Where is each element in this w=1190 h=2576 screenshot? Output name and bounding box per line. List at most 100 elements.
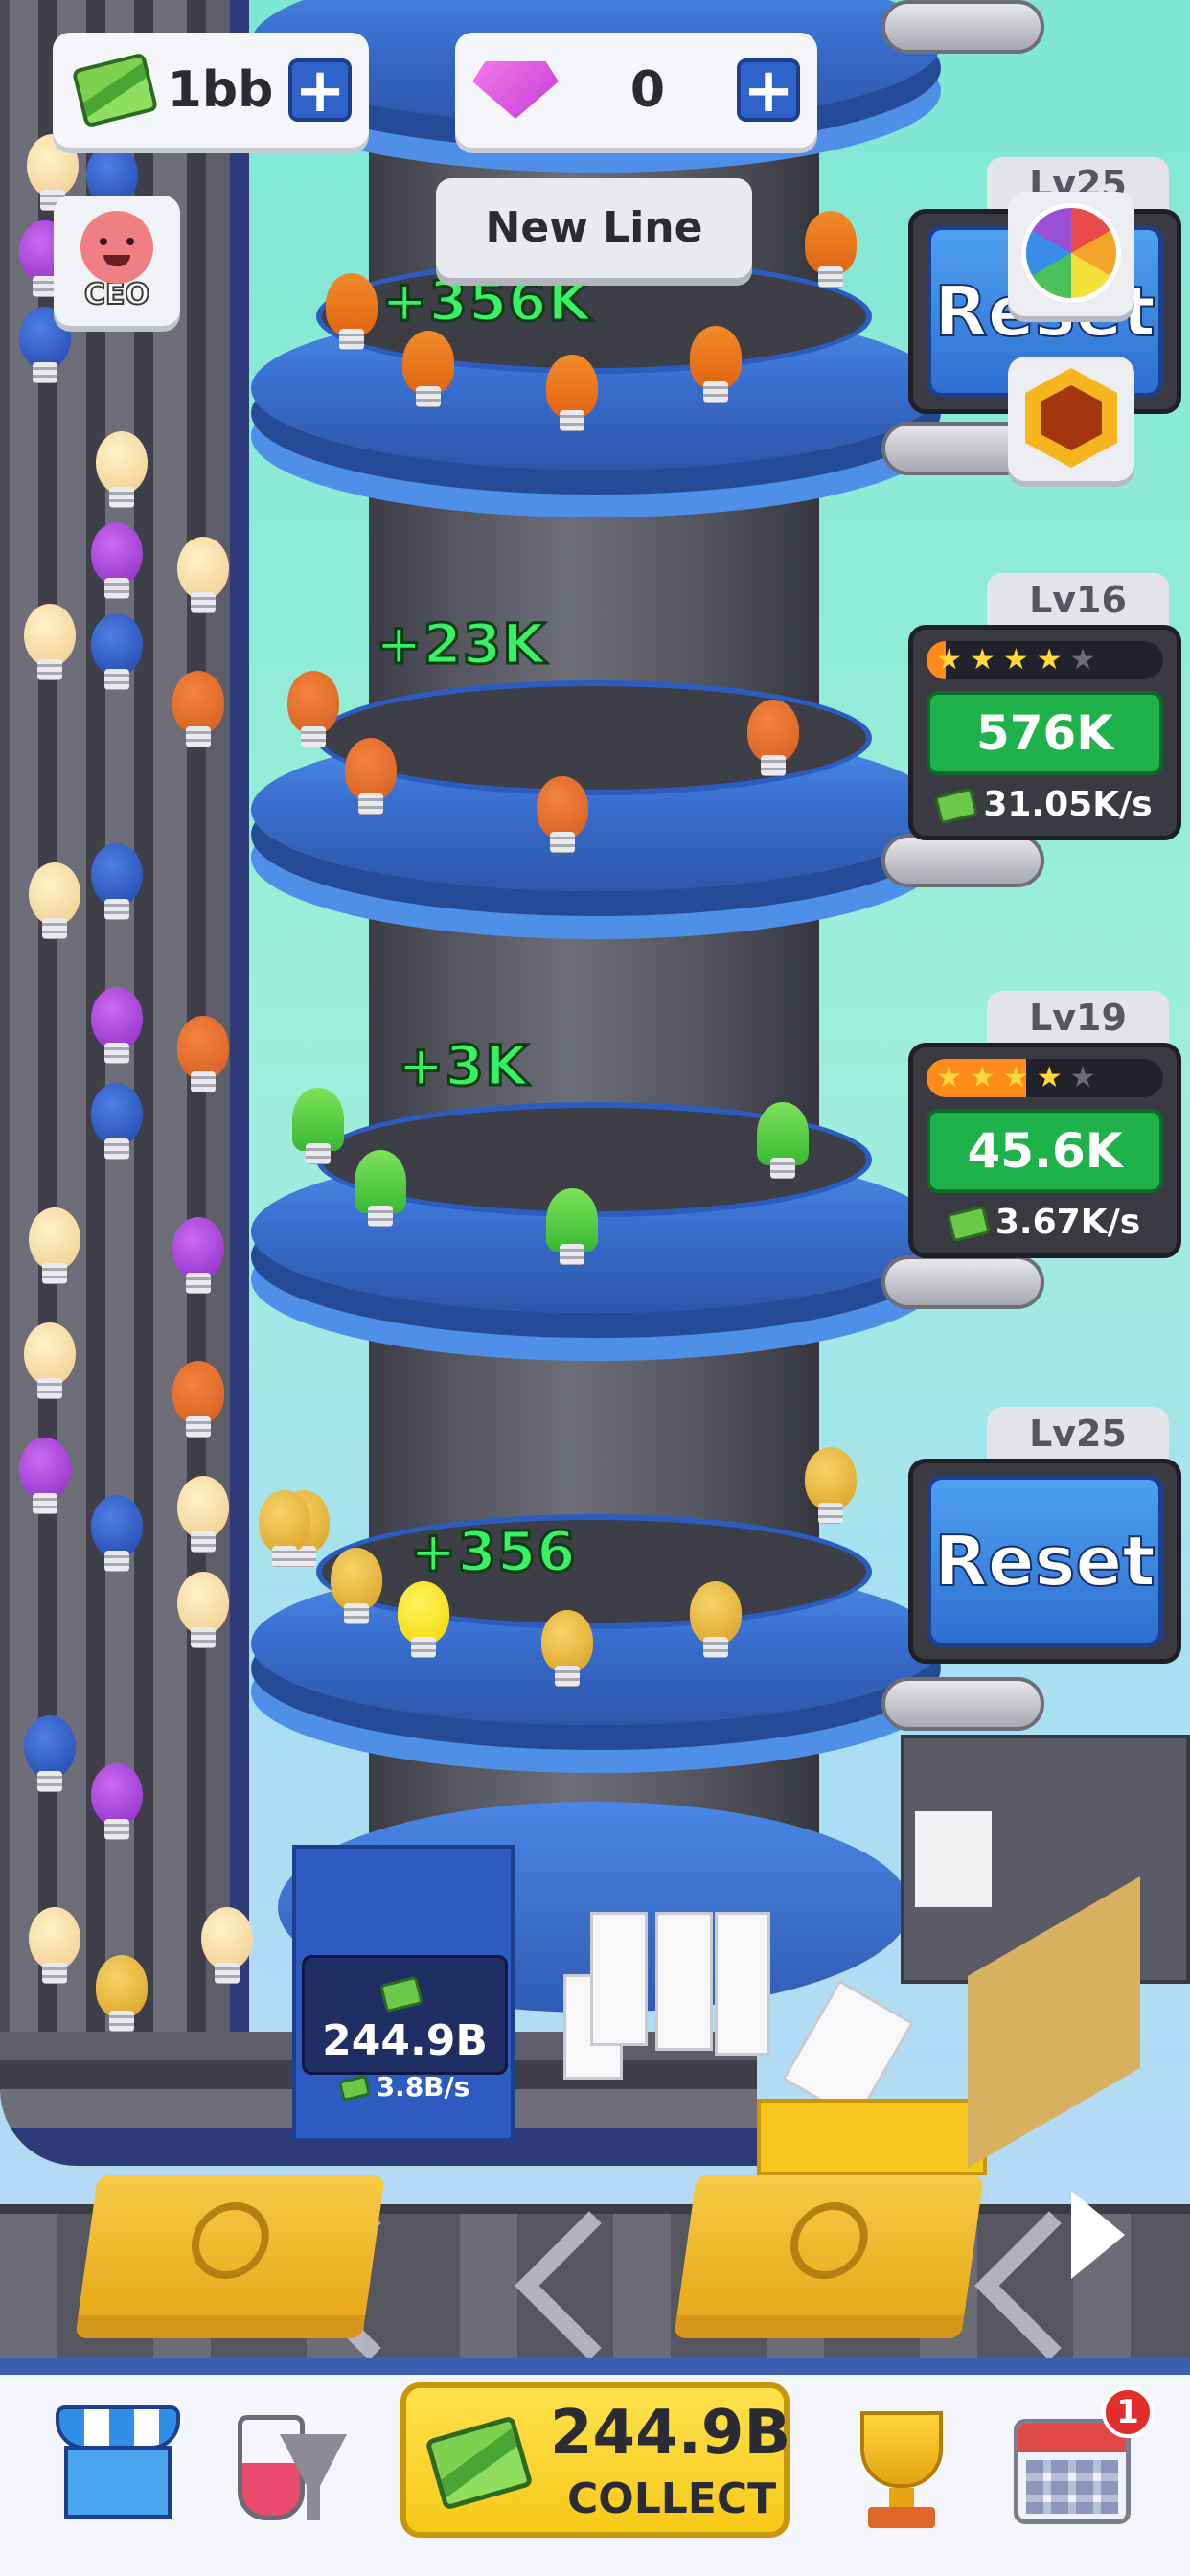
gem-counter: 0 + — [455, 33, 817, 148]
ceo-avatar-icon — [80, 211, 153, 284]
trophy-button[interactable] — [839, 2405, 964, 2530]
star-icon: ★ — [936, 1061, 962, 1094]
panel-4-level: Lv25 — [987, 1407, 1169, 1460]
carrot-bulb — [805, 211, 857, 288]
pipe — [881, 834, 1044, 887]
conveyor-bulb — [259, 1490, 310, 1567]
calendar-grid — [1026, 2460, 1118, 2514]
carrot-bulb — [326, 273, 378, 350]
conveyor-bulb — [172, 1217, 224, 1294]
panel-2: ★ ★ ★ ★ ★ 576K 31.05K/s — [908, 625, 1181, 840]
shop-icon — [56, 2405, 180, 2450]
star-icon: ★ — [1036, 1061, 1063, 1094]
tree-bulb — [355, 1150, 406, 1227]
panel-2-level: Lv16 — [987, 573, 1169, 627]
conveyor-bulb — [201, 1907, 253, 1984]
trophy-base — [868, 2507, 935, 2528]
trophy-icon — [860, 2411, 943, 2488]
star-icon: ★ — [1069, 1061, 1096, 1094]
star-icon: ★ — [936, 643, 962, 677]
bulb-icon — [785, 2202, 874, 2279]
tree-bulb — [292, 1088, 344, 1164]
ceo-button[interactable]: CEO — [54, 196, 180, 326]
reset-button[interactable]: Reset — [927, 1475, 1163, 1647]
conveyor-bulb — [91, 987, 143, 1064]
production-rate: 31.05K/s — [927, 785, 1163, 825]
paper-sheet — [655, 1912, 713, 2051]
conveyor-bulb — [91, 1495, 143, 1572]
production-rate: 3.67K/s — [927, 1203, 1163, 1243]
conveyor-bulb — [177, 537, 229, 613]
golden-bulb — [805, 1447, 857, 1524]
star-icon: ★ — [969, 1061, 995, 1094]
cash-stack-icon — [424, 2415, 534, 2511]
conveyor-bulb — [177, 1476, 229, 1552]
pumpkin-bulb — [537, 776, 588, 853]
pipe — [881, 1255, 1044, 1309]
add-cash-button[interactable]: + — [288, 58, 352, 122]
floor-4-earning: +356 — [409, 1518, 578, 1586]
pumpkin-bulb — [747, 700, 799, 776]
star-icon: ★ — [969, 643, 995, 677]
notification-badge: 1 — [1102, 2386, 1154, 2438]
carrot-bulb — [402, 331, 454, 407]
rate-value: 3.67K/s — [995, 1203, 1141, 1242]
new-line-button[interactable]: New Line — [436, 178, 752, 278]
golden-bulb — [331, 1548, 382, 1624]
collect-button[interactable]: 244.9B COLLECT — [400, 2382, 790, 2538]
pumpkin-bulb — [287, 671, 339, 748]
conveyor-bulb — [29, 862, 80, 939]
cash-icon — [337, 2074, 371, 2103]
conveyor-bulb — [24, 1322, 76, 1399]
floor-3-earning: +3K — [397, 1032, 530, 1100]
money-box-amount: 244.9B — [305, 1967, 505, 2065]
pipe — [881, 1677, 1044, 1731]
bulb-crate — [75, 2175, 385, 2338]
hexagon-boost-button[interactable] — [1008, 356, 1134, 481]
lucky-wheel-icon — [1021, 203, 1121, 303]
star-rating: ★ ★ ★ ★ ★ — [927, 1059, 1163, 1097]
upgrade-button[interactable]: 45.6K — [927, 1109, 1163, 1193]
star-rating: ★ ★ ★ ★ ★ — [927, 641, 1163, 679]
add-gems-button[interactable]: + — [737, 58, 800, 122]
next-arrow-icon[interactable] — [1071, 2191, 1125, 2279]
conveyor-bulb — [177, 1016, 229, 1092]
panel-3: ★ ★ ★ ★ ★ 45.6K 3.67K/s — [908, 1043, 1181, 1258]
lab-button[interactable] — [226, 2405, 351, 2530]
pipe — [881, 0, 1044, 54]
conveyor-bulb — [91, 1083, 143, 1160]
cash-icon — [946, 1205, 991, 1243]
conveyor-bulb — [91, 522, 143, 599]
money-box-display: 244.9B 3.8B/s — [302, 1955, 508, 2103]
star-icon: ★ — [1036, 643, 1063, 677]
conveyor-bulb — [91, 613, 143, 690]
conveyor-bulb — [19, 1438, 71, 1514]
gem-icon — [472, 61, 559, 119]
conveyor-bulb — [91, 1763, 143, 1840]
lucky-wheel-button[interactable] — [1008, 192, 1134, 316]
carrot-bulb — [546, 355, 598, 431]
shop-button[interactable] — [56, 2405, 180, 2530]
cash-value: 1bb — [167, 61, 274, 119]
shop-body — [64, 2446, 172, 2518]
floor-1-earning: +356K — [380, 267, 593, 335]
paper-sheet — [590, 1912, 648, 2046]
star-icon: ★ — [1069, 643, 1096, 677]
rate-value: 31.05K/s — [983, 785, 1153, 824]
cash-stack-icon — [71, 52, 159, 128]
upgrade-button[interactable]: 576K — [927, 691, 1163, 775]
floor-2-earning: +23K — [374, 610, 547, 678]
golden-bulb — [541, 1610, 593, 1687]
lit-bulb — [398, 1581, 449, 1658]
panel-4: Reset — [908, 1459, 1181, 1664]
conveyor-bulb — [96, 1955, 148, 2032]
hexagon-boost-icon — [1025, 368, 1117, 468]
trophy-stem — [889, 2488, 914, 2509]
gem-value: 0 — [629, 61, 666, 119]
conveyor-bulb — [91, 843, 143, 920]
conveyor-bulb — [172, 671, 224, 748]
tree-bulb — [546, 1188, 598, 1265]
cash-counter: 1bb + — [53, 33, 369, 148]
bulb-crate — [674, 2175, 984, 2338]
star-icon: ★ — [1002, 1061, 1029, 1094]
